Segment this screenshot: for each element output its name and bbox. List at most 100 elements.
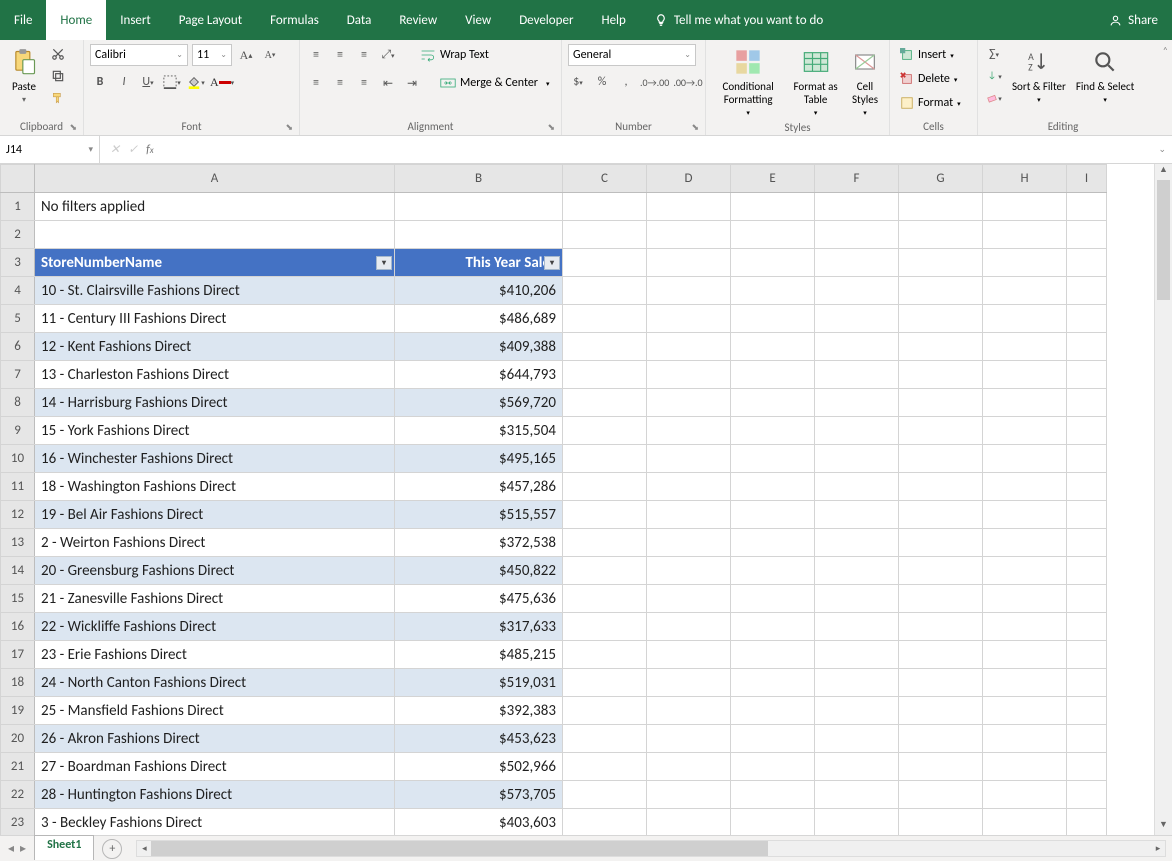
cell[interactable]: [1067, 333, 1107, 361]
cell[interactable]: [983, 445, 1067, 473]
cell[interactable]: [647, 725, 731, 753]
cell[interactable]: [731, 221, 815, 249]
table-header-cell[interactable]: StoreNumberName: [35, 249, 395, 277]
cell[interactable]: 25 - Mansfield Fashions Direct: [35, 697, 395, 725]
row-header[interactable]: 1: [1, 193, 35, 221]
cell[interactable]: [899, 221, 983, 249]
cell[interactable]: [1067, 473, 1107, 501]
cell[interactable]: No filters applied: [35, 193, 395, 221]
cell[interactable]: [731, 585, 815, 613]
column-header[interactable]: F: [815, 165, 899, 193]
column-header[interactable]: D: [647, 165, 731, 193]
cell[interactable]: [983, 697, 1067, 725]
cell[interactable]: 26 - Akron Fashions Direct: [35, 725, 395, 753]
cell[interactable]: [731, 193, 815, 221]
cell[interactable]: [983, 305, 1067, 333]
cell[interactable]: [983, 389, 1067, 417]
cell[interactable]: $644,793: [395, 361, 563, 389]
row-header[interactable]: 19: [1, 697, 35, 725]
cell[interactable]: [983, 753, 1067, 781]
cell[interactable]: [983, 333, 1067, 361]
cell[interactable]: [1067, 781, 1107, 809]
cell[interactable]: [563, 305, 647, 333]
cell[interactable]: [647, 697, 731, 725]
cell[interactable]: [563, 669, 647, 697]
cell[interactable]: [899, 277, 983, 305]
cell[interactable]: [899, 249, 983, 277]
cell[interactable]: [1067, 193, 1107, 221]
cell[interactable]: [983, 249, 1067, 277]
cell[interactable]: 24 - North Canton Fashions Direct: [35, 669, 395, 697]
cell[interactable]: [983, 193, 1067, 221]
tab-formulas[interactable]: Formulas: [256, 0, 333, 40]
cell[interactable]: [731, 445, 815, 473]
cell[interactable]: [647, 473, 731, 501]
cell[interactable]: 23 - Erie Fashions Direct: [35, 641, 395, 669]
fx-icon[interactable]: fx: [146, 143, 154, 157]
cell[interactable]: [731, 781, 815, 809]
cancel-formula-icon[interactable]: ✕: [110, 142, 120, 157]
cell[interactable]: [731, 641, 815, 669]
column-header[interactable]: A: [35, 165, 395, 193]
comma-button[interactable]: ,: [616, 72, 636, 92]
row-header[interactable]: 12: [1, 501, 35, 529]
accounting-button[interactable]: $▾: [568, 72, 588, 92]
cell[interactable]: [563, 557, 647, 585]
cell[interactable]: [731, 529, 815, 557]
cell[interactable]: [35, 221, 395, 249]
cell[interactable]: [731, 305, 815, 333]
cell[interactable]: [815, 305, 899, 333]
cell[interactable]: [647, 501, 731, 529]
cell[interactable]: [815, 389, 899, 417]
cell[interactable]: [647, 641, 731, 669]
next-sheet-icon[interactable]: ▸: [20, 841, 26, 856]
row-header[interactable]: 4: [1, 277, 35, 305]
filter-button[interactable]: [544, 256, 560, 270]
row-header[interactable]: 14: [1, 557, 35, 585]
row-header[interactable]: 23: [1, 809, 35, 836]
tab-help[interactable]: Help: [587, 0, 639, 40]
row-header[interactable]: 16: [1, 613, 35, 641]
align-top-button[interactable]: ≡: [306, 45, 326, 65]
column-header[interactable]: I: [1067, 165, 1107, 193]
clear-button[interactable]: ▾: [984, 88, 1004, 108]
tell-me[interactable]: Tell me what you want to do: [640, 0, 1095, 40]
share-button[interactable]: Share: [1095, 0, 1172, 40]
decrease-decimal-button[interactable]: .00→.0: [673, 72, 702, 92]
cell[interactable]: [899, 305, 983, 333]
cell[interactable]: [563, 417, 647, 445]
cell[interactable]: [1067, 697, 1107, 725]
cell[interactable]: $315,504: [395, 417, 563, 445]
formula-input[interactable]: [164, 136, 1153, 163]
cell[interactable]: [815, 725, 899, 753]
cell[interactable]: 20 - Greensburg Fashions Direct: [35, 557, 395, 585]
cell[interactable]: $410,206: [395, 277, 563, 305]
cell[interactable]: [815, 781, 899, 809]
row-header[interactable]: 3: [1, 249, 35, 277]
cell[interactable]: [563, 249, 647, 277]
cell[interactable]: [983, 641, 1067, 669]
align-bottom-button[interactable]: ≡: [354, 45, 374, 65]
align-middle-button[interactable]: ≡: [330, 45, 350, 65]
row-header[interactable]: 2: [1, 221, 35, 249]
cell[interactable]: [983, 585, 1067, 613]
cell[interactable]: [899, 753, 983, 781]
underline-button[interactable]: U▾: [138, 72, 158, 92]
tab-developer[interactable]: Developer: [505, 0, 587, 40]
format-cells-button[interactable]: Format▾: [896, 92, 965, 114]
cell[interactable]: [563, 333, 647, 361]
cell[interactable]: [899, 557, 983, 585]
cell[interactable]: [899, 529, 983, 557]
cell[interactable]: [563, 193, 647, 221]
cell[interactable]: [647, 781, 731, 809]
cell[interactable]: [647, 557, 731, 585]
cell[interactable]: $457,286: [395, 473, 563, 501]
row-header[interactable]: 9: [1, 417, 35, 445]
cell[interactable]: [647, 389, 731, 417]
tab-page-layout[interactable]: Page Layout: [165, 0, 256, 40]
cell[interactable]: [1067, 529, 1107, 557]
cell[interactable]: [899, 613, 983, 641]
cell[interactable]: [731, 277, 815, 305]
cell[interactable]: [563, 697, 647, 725]
cell[interactable]: [731, 613, 815, 641]
